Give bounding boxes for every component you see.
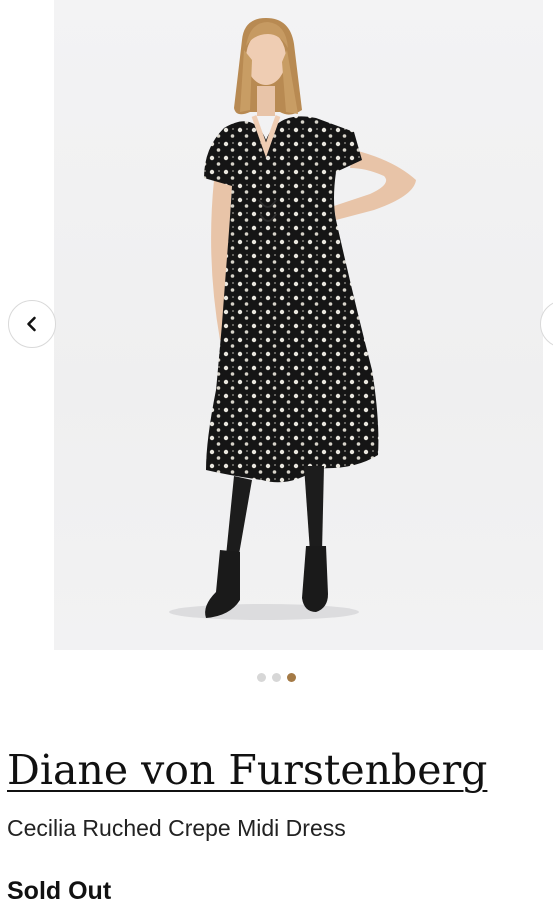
brand-link[interactable]: Diane von Furstenberg (7, 742, 487, 798)
product-title: Cecilia Ruched Crepe Midi Dress (7, 815, 346, 841)
product-image-gallery (0, 0, 553, 650)
chevron-left-icon (27, 316, 36, 332)
product-photo (54, 0, 543, 650)
pagination-dot-active[interactable] (287, 673, 296, 682)
pagination-dot[interactable] (272, 673, 281, 682)
pagination-dot[interactable] (257, 673, 266, 682)
model-illustration (169, 18, 416, 620)
gallery-pagination (0, 673, 553, 683)
previous-image-button[interactable] (8, 300, 56, 348)
availability-status: Sold Out (7, 877, 112, 905)
